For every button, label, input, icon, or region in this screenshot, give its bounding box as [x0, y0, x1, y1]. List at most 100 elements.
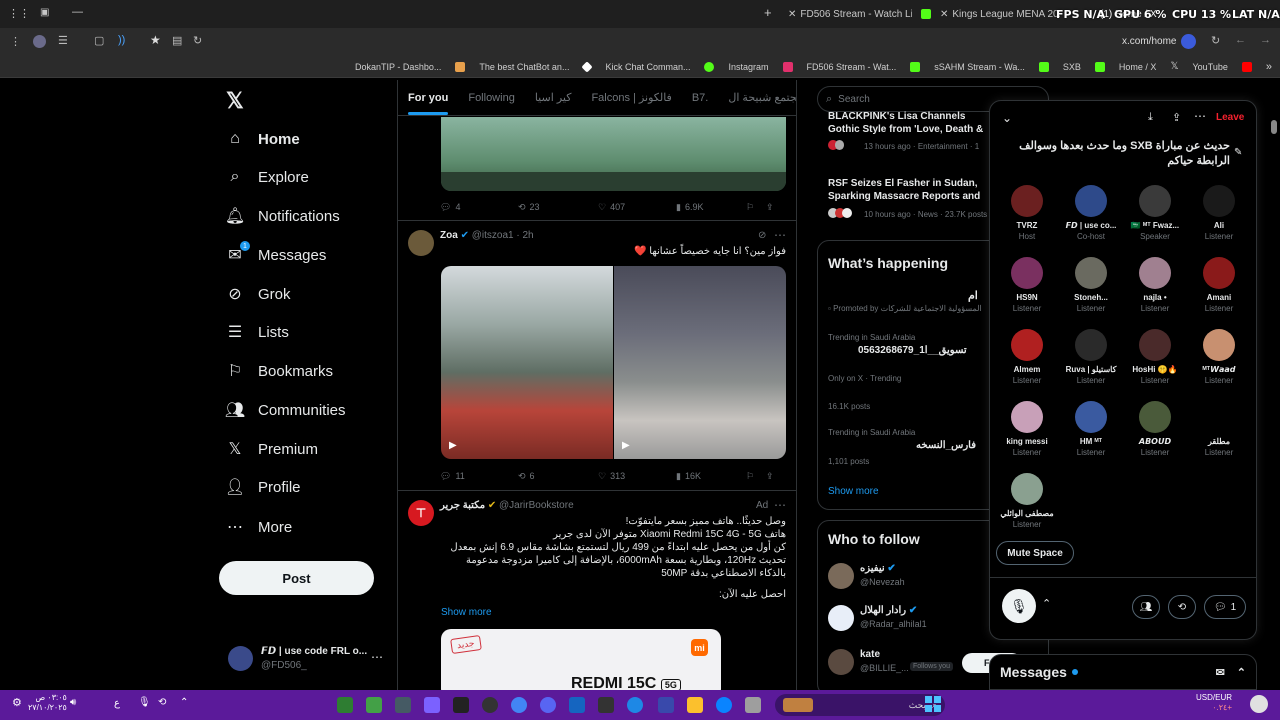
expand-icon[interactable]: ⌃	[1237, 666, 1246, 679]
chevron-up-icon[interactable]: ⌃	[180, 697, 188, 708]
new-tab-icon[interactable]: +	[764, 5, 772, 20]
app-icon[interactable]	[337, 697, 353, 713]
nav-premium[interactable]: 𝕏 Premium	[226, 435, 318, 463]
edge-icon[interactable]	[716, 697, 732, 713]
window-menu-icon[interactable]: ⋮⋮	[8, 7, 30, 20]
window-minimize-icon[interactable]: —	[72, 6, 83, 18]
space-participant[interactable]: HS9N Listener	[996, 257, 1058, 313]
forward-icon[interactable]: →	[1260, 34, 1271, 46]
space-participant[interactable]: Ruva | كاستيلو Listener	[1060, 329, 1122, 385]
star-icon[interactable]: ★	[150, 33, 161, 47]
language-indicator[interactable]: ع	[114, 698, 120, 709]
mic-indicator-icon[interactable]	[1181, 34, 1196, 49]
windows-start-icon[interactable]	[925, 696, 941, 712]
nav-bookmarks[interactable]: ⚐ Bookmarks	[226, 357, 333, 385]
repost-button[interactable]: ⟲ 23	[518, 202, 598, 213]
window-restore-icon[interactable]: ▣	[40, 7, 49, 18]
url-text[interactable]: x.com/home	[1122, 36, 1176, 47]
space-participant[interactable]: 🇸🇦 ᴹᵀ Fwaz... Speaker	[1124, 185, 1186, 241]
tab-for-you[interactable]: For you	[398, 92, 458, 115]
promoted-title[interactable]: ام	[968, 289, 978, 302]
currency-widget[interactable]: USD/EUR ٠.٢٤+	[1196, 693, 1232, 713]
tune-icon[interactable]: ☰	[58, 34, 68, 47]
page-scrollbar[interactable]	[1270, 80, 1278, 690]
account-switcher[interactable]: 𝙁𝘿 | use code FRL o... @FD506_ ⋯	[226, 644, 386, 674]
space-participant[interactable]: Stoneh... Listener	[1060, 257, 1122, 313]
avatar[interactable]	[408, 230, 434, 256]
app-icon[interactable]	[453, 697, 469, 713]
close-icon[interactable]: ✕	[940, 9, 948, 20]
close-icon[interactable]: ✕	[788, 9, 796, 20]
play-icon[interactable]: ▶	[449, 440, 457, 451]
collapse-icon[interactable]: ⌄	[1002, 111, 1012, 125]
tab-list[interactable]: B7.	[682, 92, 719, 104]
settings-icon[interactable]: ⚙	[12, 696, 22, 709]
bookmark-item[interactable]: sSAHM Stream - Wa...	[934, 62, 1025, 72]
bookmark-item[interactable]: Kick Chat Comman...	[605, 62, 690, 72]
leave-button[interactable]: Leave	[1216, 112, 1244, 123]
like-button[interactable]: ♡ 407	[598, 202, 676, 213]
author-handle[interactable]: @JarirBookstore	[499, 500, 574, 511]
minimize-icon[interactable]: ⤓	[1148, 111, 1153, 124]
more-icon[interactable]: ⋯	[371, 650, 383, 664]
participants-button[interactable]: 👥︎	[1132, 595, 1160, 619]
post-media-image[interactable]	[441, 117, 786, 191]
audio-icon[interactable]: ))	[118, 34, 125, 46]
volume-icon[interactable]: 🔊︎	[70, 697, 76, 708]
space-participant[interactable]: king messi Listener	[996, 401, 1058, 457]
app-icon[interactable]	[745, 697, 761, 713]
app-icon[interactable]	[598, 697, 614, 713]
comments-button[interactable]: 💬︎ 1	[1204, 595, 1246, 619]
space-participant[interactable]: 𝙁𝘿 | use co... Co-host	[1060, 185, 1122, 241]
nav-communities[interactable]: 👥︎ Communities	[225, 396, 346, 424]
news-item-title[interactable]: RSF Seizes El Fasher in Sudan, Sparking …	[828, 177, 998, 203]
reply-button[interactable]: 💬︎ 11	[440, 471, 518, 482]
mute-space-button[interactable]: Mute Space	[996, 541, 1074, 565]
space-participant[interactable]: Almem Listener	[996, 329, 1058, 385]
avatar[interactable]: ⊤	[408, 500, 434, 526]
post-media-video[interactable]: ▶	[614, 266, 786, 459]
bookmark-icon[interactable]: ⚐	[746, 471, 766, 482]
notification-center-icon[interactable]	[1250, 695, 1268, 713]
tab-list[interactable]: مجتمع شبيحة ال	[718, 91, 796, 104]
network-icon[interactable]: ⟲	[158, 697, 166, 708]
author-handle[interactable]: @itszoa1	[472, 230, 514, 241]
nav-messages[interactable]: ✉ 1 Messages	[226, 241, 326, 269]
news-item-title[interactable]: BLACKPINK's Lisa Channels Gothic Style f…	[828, 110, 998, 136]
play-icon[interactable]: ▶	[622, 440, 630, 451]
follow-name[interactable]: رادار الهلال ✔	[860, 605, 917, 616]
space-participant[interactable]: ᴹᵀ𝙒𝙖𝙖𝙙 Listener	[1188, 329, 1250, 385]
post-button[interactable]: Post	[219, 561, 374, 595]
tab-list[interactable]: Falcons | فالكونز	[581, 91, 681, 104]
share-icon[interactable]: ⇪	[766, 471, 774, 482]
nav-grok[interactable]: ⊘ Grok	[226, 280, 290, 308]
ad-card-image[interactable]: جديد mi REDMI 15C 5G	[441, 629, 721, 696]
views-button[interactable]: ▮ 16K	[676, 471, 746, 482]
share-icon[interactable]: ⇪	[1172, 111, 1181, 124]
file-explorer-icon[interactable]	[687, 697, 703, 713]
space-participant[interactable]: 𝘼𝘽𝙊𝙐𝘿 Listener	[1124, 401, 1186, 457]
space-participant[interactable]: Amani Listener	[1188, 257, 1250, 313]
scrollbar-thumb[interactable]	[1271, 120, 1277, 134]
chrome-icon[interactable]	[511, 697, 527, 713]
views-button[interactable]: ▮ 6.9K	[676, 202, 746, 213]
taskbar-search[interactable]: بحث ⌕	[775, 694, 945, 716]
bookmark-item[interactable]: Home / X	[1119, 62, 1157, 72]
nav-home[interactable]: ⌂ Home	[226, 125, 300, 153]
grok-icon[interactable]: ⊘	[758, 230, 766, 241]
space-participant[interactable]: TVRZ Host	[996, 185, 1058, 241]
nav-explore[interactable]: ⌕ Explore	[226, 163, 309, 191]
trend-title[interactable]: فارس_النسخه	[916, 440, 976, 451]
edit-icon[interactable]: ✎	[1234, 147, 1242, 158]
browser-tab-kings-league[interactable]: ✕ Kings League MENA 2025 Tra	[940, 6, 1060, 22]
tab-icon[interactable]: ▢	[94, 34, 104, 47]
profile-avatar-icon[interactable]	[33, 35, 46, 48]
bookmark-item[interactable]: Instagram	[728, 62, 768, 72]
discord-icon[interactable]	[540, 697, 556, 713]
app-icon[interactable]	[424, 697, 440, 713]
reload-icon[interactable]: ↻	[1211, 34, 1220, 47]
space-participant[interactable]: مصطفى الوائلي Listener	[996, 473, 1058, 529]
obs-icon[interactable]	[482, 697, 498, 713]
back-icon[interactable]: ←	[1235, 34, 1246, 46]
app-icon[interactable]	[627, 697, 643, 713]
